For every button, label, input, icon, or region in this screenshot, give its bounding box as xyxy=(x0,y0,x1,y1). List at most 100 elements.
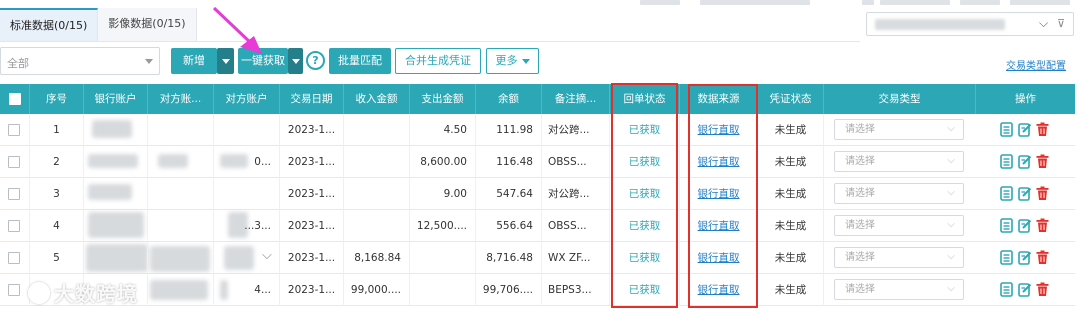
caret-down-icon xyxy=(521,58,530,64)
status-filter-select[interactable]: 全部 xyxy=(0,47,160,75)
receipt-status-cell: 已获取 xyxy=(610,210,680,242)
transaction-type-config-link[interactable]: 交易类型配置 xyxy=(1006,57,1066,72)
view-detail-icon[interactable] xyxy=(1000,154,1014,170)
transaction-type-placeholder: 请选择 xyxy=(845,284,875,295)
delete-icon[interactable] xyxy=(1036,154,1050,170)
voucher-status-cell: 未生成 xyxy=(758,178,824,210)
add-button[interactable]: 新增 xyxy=(171,48,217,74)
row-actions xyxy=(1000,186,1054,202)
transaction-type-select[interactable]: 请选择 ⌵ xyxy=(834,215,964,236)
row-checkbox-cell xyxy=(0,178,30,210)
trade-date-cell: 2023-1... xyxy=(280,274,344,306)
data-source-link[interactable]: 银行直取 xyxy=(680,178,758,210)
counterparty-account-cell: 0... xyxy=(214,146,280,178)
memo-cell: BEPS3... xyxy=(542,274,610,306)
account-select[interactable]: ⌵ ⊽ xyxy=(866,12,1074,36)
tab-image-data[interactable]: 影像数据(0/15) xyxy=(98,8,197,41)
row-actions xyxy=(1000,122,1054,138)
view-detail-icon[interactable] xyxy=(1000,282,1014,298)
data-tabs: 标准数据(0/15) 影像数据(0/15) xyxy=(0,8,860,42)
memo-cell: 对公跨... xyxy=(542,114,610,146)
transaction-type-select[interactable]: 请选择 ⌵ xyxy=(834,279,964,300)
view-detail-icon[interactable] xyxy=(1000,186,1014,202)
income-cell xyxy=(344,178,410,210)
transaction-type-placeholder: 请选择 xyxy=(845,188,875,199)
delete-icon[interactable] xyxy=(1036,250,1050,266)
counterparty-account-cell xyxy=(214,178,280,210)
delete-icon[interactable] xyxy=(1036,122,1050,138)
edit-icon[interactable] xyxy=(1018,186,1032,202)
view-detail-icon[interactable] xyxy=(1000,250,1014,266)
tab-standard-data[interactable]: 标准数据(0/15) xyxy=(0,8,99,41)
delete-icon[interactable] xyxy=(1036,282,1050,298)
edit-icon[interactable] xyxy=(1018,218,1032,234)
batch-match-button[interactable]: 批量匹配 xyxy=(329,48,391,74)
watermark: 大数跨境 xyxy=(28,278,138,307)
fetch-all-button[interactable]: 一键获取 xyxy=(238,48,288,74)
row-checkbox[interactable] xyxy=(8,220,20,232)
blurred-account-name xyxy=(875,19,1005,30)
transaction-type-select[interactable]: 请选择 ⌵ xyxy=(834,119,964,140)
transaction-type-select[interactable]: 请选择 ⌵ xyxy=(834,151,964,172)
delete-icon[interactable] xyxy=(1036,186,1050,202)
row-checkbox-cell xyxy=(0,210,30,242)
help-icon[interactable]: ? xyxy=(306,51,325,70)
merge-voucher-button[interactable]: 合并生成凭证 xyxy=(395,48,481,74)
transaction-type-select[interactable]: 请选择 ⌵ xyxy=(834,183,964,204)
more-button[interactable]: 更多 xyxy=(486,48,539,74)
row-checkbox[interactable] xyxy=(8,124,20,136)
row-checkbox[interactable] xyxy=(8,156,20,168)
income-cell xyxy=(344,146,410,178)
add-dropdown-button[interactable] xyxy=(217,48,234,74)
edit-icon[interactable] xyxy=(1018,250,1032,266)
chevron-down-icon: ⌵ xyxy=(1039,16,1049,30)
row-index: 4 xyxy=(30,210,84,242)
data-source-link[interactable]: 银行直取 xyxy=(680,114,758,146)
col-memo: 备注摘... xyxy=(542,84,610,114)
table-row: 2 0... 2023-1... 8,600.00 116.48 OBSS... 已获取 银行… xyxy=(0,146,1075,178)
receipt-status-cell: 已获取 xyxy=(610,146,680,178)
fetch-dropdown-button[interactable] xyxy=(288,48,303,74)
watermark-text: 大数跨境 xyxy=(54,282,138,306)
chevron-down-icon[interactable]: ⌵ xyxy=(262,248,272,263)
table-row: 4... 2023-1... 99,000.... 99,706.... BEPS3..… xyxy=(0,274,1075,306)
select-all-checkbox[interactable] xyxy=(9,93,21,105)
row-checkbox-cell xyxy=(0,114,30,146)
balance-cell: 116.48 xyxy=(476,146,542,178)
more-label: 更多 xyxy=(495,54,518,67)
data-source-link[interactable]: 银行直取 xyxy=(680,146,758,178)
edit-icon[interactable] xyxy=(1018,154,1032,170)
col-bank-account: 银行账户 xyxy=(84,84,148,114)
col-counterparty-account: 对方账户 xyxy=(214,84,280,114)
edit-icon[interactable] xyxy=(1018,122,1032,138)
delete-icon[interactable] xyxy=(1036,218,1050,234)
caret-down-icon xyxy=(145,59,153,64)
expense-cell: 12,500.... xyxy=(410,210,476,242)
transaction-type-select[interactable]: 请选择 ⌵ xyxy=(834,247,964,268)
row-checkbox[interactable] xyxy=(8,284,20,296)
data-source-link[interactable]: 银行直取 xyxy=(680,242,758,274)
trade-date-cell: 2023-1... xyxy=(280,114,344,146)
edit-icon[interactable] xyxy=(1018,282,1032,298)
col-receipt-status: 回单状态 xyxy=(610,84,680,114)
row-index: 2 xyxy=(30,146,84,178)
receipt-status-cell: 已获取 xyxy=(610,178,680,210)
row-checkbox-cell xyxy=(0,242,30,274)
row-checkbox-cell xyxy=(0,274,30,306)
row-checkbox[interactable] xyxy=(8,188,20,200)
row-checkbox[interactable] xyxy=(8,252,20,264)
col-actions: 操作 xyxy=(1015,93,1036,105)
counterparty-account-cell: ...3... xyxy=(214,210,280,242)
caret-down-icon xyxy=(291,58,300,64)
view-detail-icon[interactable] xyxy=(1000,122,1014,138)
row-actions xyxy=(1000,154,1054,170)
trade-date-cell: 2023-1... xyxy=(280,242,344,274)
balance-cell: 556.64 xyxy=(476,210,542,242)
row-index: 5 xyxy=(30,242,84,274)
filter-icon[interactable]: ⊽ xyxy=(1057,17,1065,30)
data-source-link[interactable]: 银行直取 xyxy=(680,274,758,306)
data-source-link[interactable]: 银行直取 xyxy=(680,210,758,242)
voucher-status-cell: 未生成 xyxy=(758,242,824,274)
view-detail-icon[interactable] xyxy=(1000,218,1014,234)
receipt-status-cell: 已获取 xyxy=(610,242,680,274)
